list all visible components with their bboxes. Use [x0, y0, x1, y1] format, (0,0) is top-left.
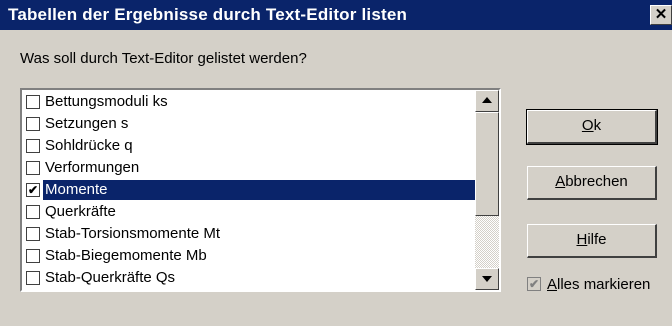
list-item-label: Verformungen	[45, 159, 140, 176]
results-listbox[interactable]: Bettungsmoduli ks Setzungen s Sohldrücke q…	[20, 88, 501, 292]
help-button[interactable]: Hilfe	[527, 224, 657, 258]
list-item[interactable]: Stab-Biegemomente Mb	[22, 246, 475, 266]
list-item-label: Stab-Biegemomente Mb	[45, 247, 207, 264]
close-button[interactable]: ✕	[650, 5, 672, 25]
prompt-label: Was soll durch Text-Editor gelistet werd…	[20, 50, 307, 67]
list-items: Bettungsmoduli ks Setzungen s Sohldrücke q…	[22, 90, 475, 290]
scroll-up-button[interactable]	[475, 90, 499, 112]
checkbox-icon[interactable]	[26, 95, 40, 109]
close-icon: ✕	[654, 6, 668, 23]
vertical-scrollbar[interactable]	[475, 90, 499, 290]
list-item-label: Sohldrücke q	[45, 137, 133, 154]
checkbox-icon[interactable]	[26, 205, 40, 219]
list-item-label: Querkräfte	[45, 203, 116, 220]
list-item[interactable]: Stab-Torsionsmomente Mt	[22, 224, 475, 244]
checkbox-icon[interactable]	[26, 227, 40, 241]
window-title: Tabellen der Ergebnisse durch Text-Edito…	[8, 5, 408, 24]
mark-all-check-icon: ✔	[527, 277, 541, 291]
arrow-down-icon	[482, 276, 492, 282]
checkbox-icon[interactable]	[26, 117, 40, 131]
list-item-label: Stab-Torsionsmomente Mt	[45, 225, 221, 242]
list-item[interactable]: Verformungen	[22, 158, 475, 178]
list-item-label: Stab-Querkräfte Qs	[45, 269, 176, 286]
ok-button[interactable]: Ok	[526, 109, 658, 145]
list-item[interactable]: Setzungen s	[22, 114, 475, 134]
list-item[interactable]: Sohldrücke q	[22, 136, 475, 156]
list-item-label: Setzungen s	[45, 115, 129, 132]
list-item-label: Bettungsmoduli ks	[45, 93, 168, 110]
checkbox-icon[interactable]	[26, 249, 40, 263]
checkbox-checked-icon[interactable]: ✔	[26, 183, 40, 197]
arrow-up-icon	[482, 97, 492, 103]
list-item[interactable]: Querkräfte	[22, 202, 475, 222]
mark-all-label: Alles markieren	[547, 276, 651, 293]
list-item-label: Momente	[43, 180, 475, 200]
list-item[interactable]: Bettungsmoduli ks	[22, 92, 475, 112]
checkbox-icon[interactable]	[26, 139, 40, 153]
title-bar[interactable]: Tabellen der Ergebnisse durch Text-Edito…	[0, 0, 672, 30]
checkbox-icon[interactable]	[26, 271, 40, 285]
cancel-button[interactable]: Abbrechen	[527, 166, 657, 200]
scroll-thumb[interactable]	[475, 112, 499, 216]
list-item[interactable]: ✔ Momente	[22, 180, 475, 200]
checkbox-icon[interactable]	[26, 161, 40, 175]
list-item[interactable]: Stab-Querkräfte Qs	[22, 268, 475, 288]
scroll-down-button[interactable]	[475, 268, 499, 290]
